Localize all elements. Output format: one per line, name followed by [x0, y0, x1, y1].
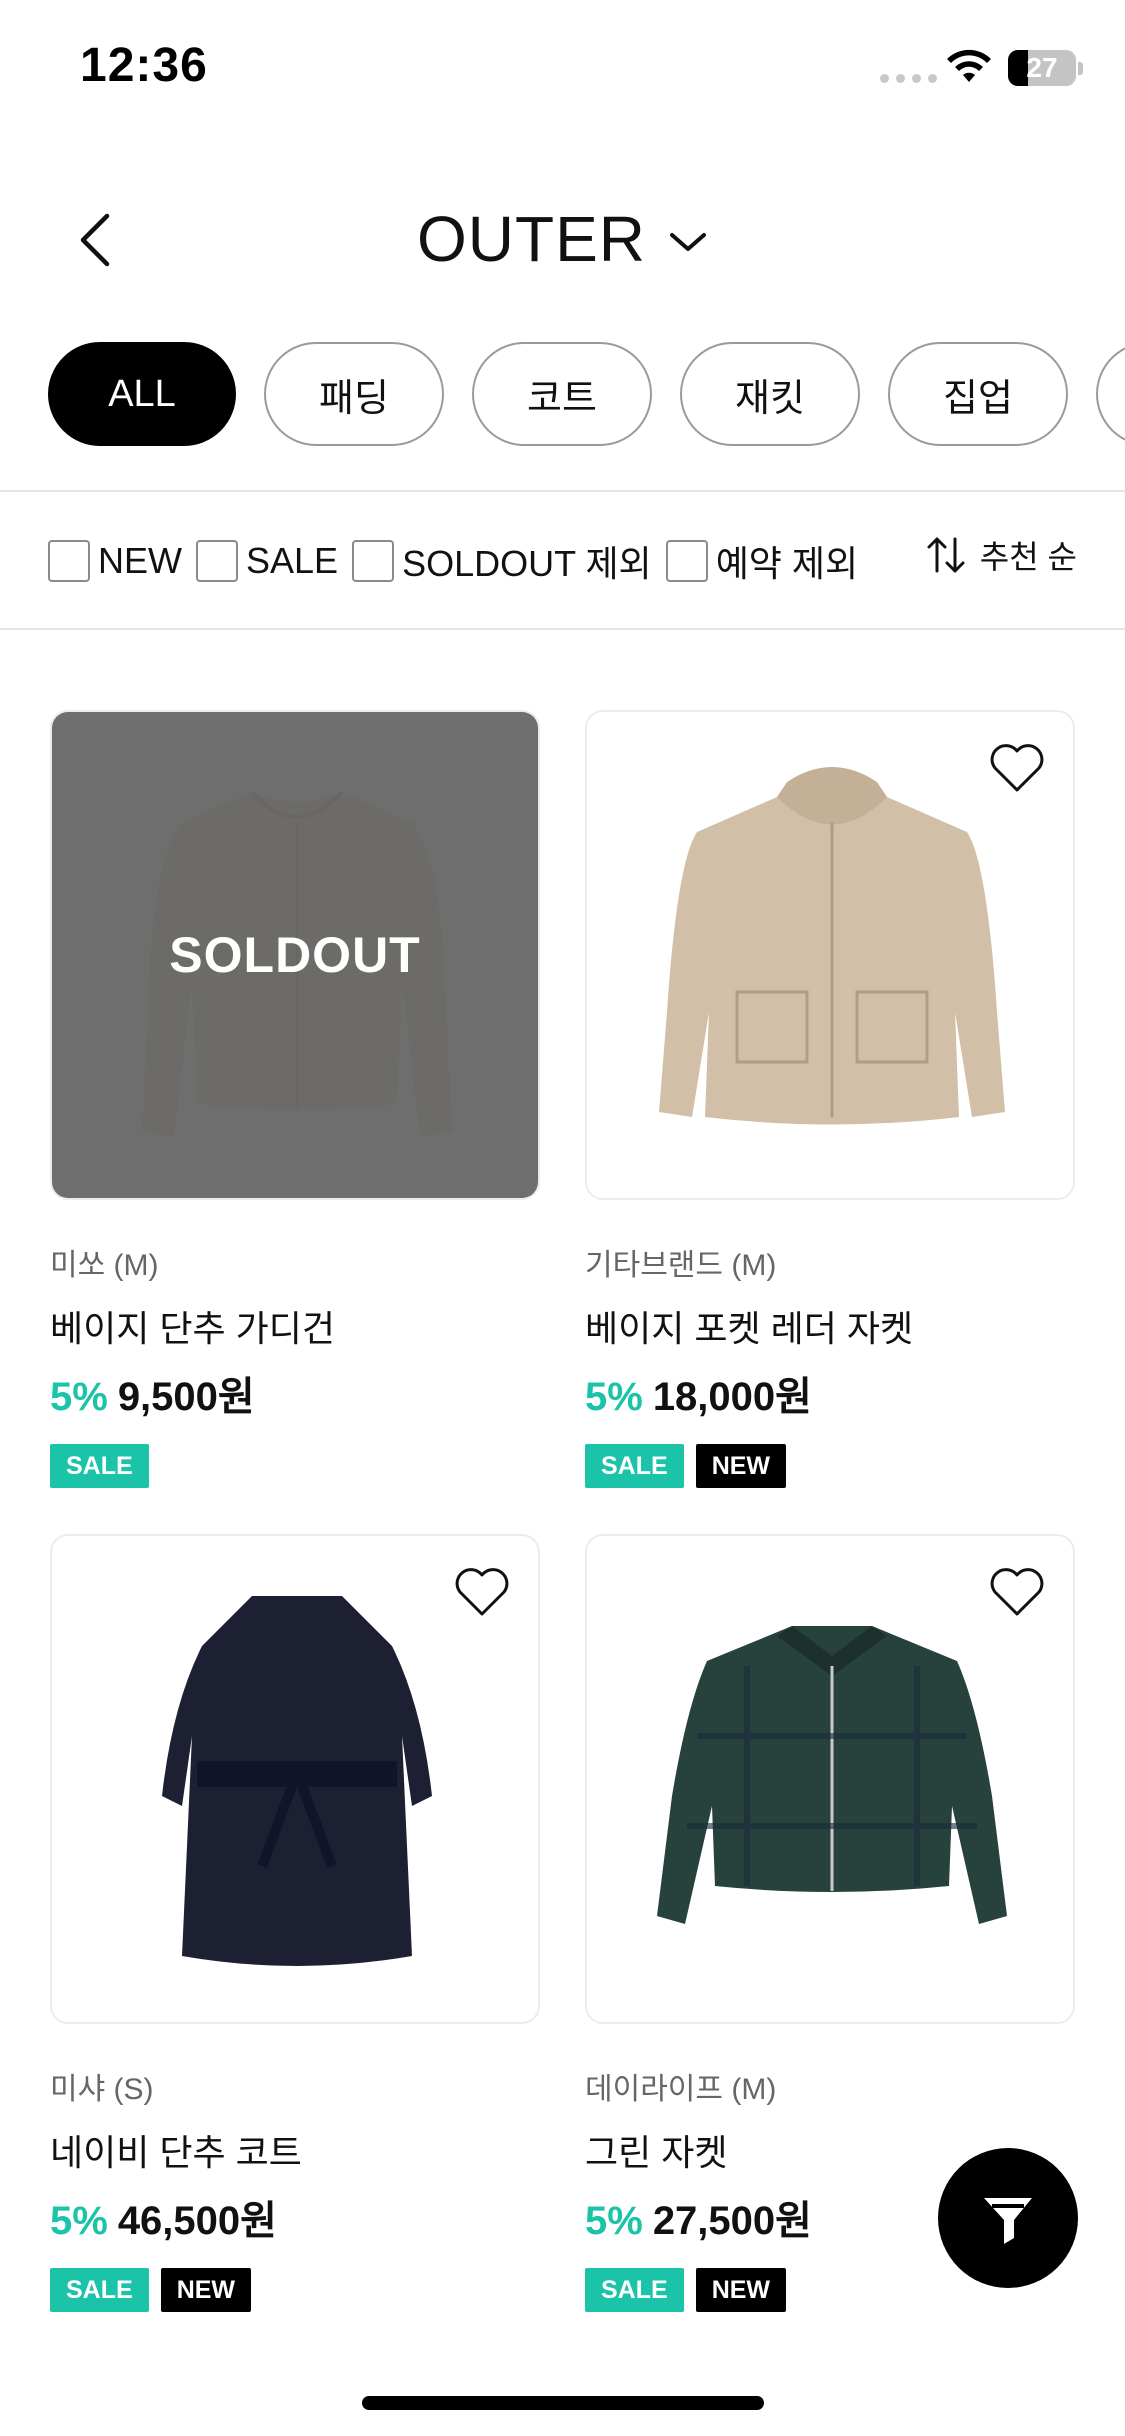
discount-rate: 5%: [585, 2199, 643, 2243]
home-indicator: [362, 2396, 764, 2410]
product-price: 18,000원: [652, 1375, 812, 1419]
product-card[interactable]: 미샤 (S) 네이비 단추 코트 5% 46,500원 SALE NEW: [50, 1534, 540, 2312]
discount-rate: 5%: [50, 2199, 108, 2243]
checkbox[interactable]: [48, 540, 90, 582]
discount-rate: 5%: [50, 1375, 108, 1419]
wifi-icon: [947, 49, 991, 82]
battery-icon: 27: [1008, 50, 1076, 86]
checkbox[interactable]: [665, 540, 708, 582]
category-chips: ALL 패딩 코트 재킷 집업: [48, 342, 1125, 448]
sale-badge: SALE: [585, 2268, 684, 2312]
filter-fab-button[interactable]: [938, 2148, 1078, 2288]
heart-icon[interactable]: [454, 1566, 510, 1618]
new-badge: NEW: [160, 2268, 252, 2312]
product-brand: 기타브랜드 (M): [585, 1249, 777, 1282]
filter-new[interactable]: NEW: [48, 540, 182, 582]
sale-badge: SALE: [50, 2268, 149, 2312]
filter-sale[interactable]: SALE: [196, 540, 338, 582]
header: OUTER: [0, 180, 1125, 300]
status-time: 12:36: [80, 39, 208, 92]
new-badge: NEW: [695, 1444, 787, 1488]
filter-label: SOLDOUT 제외: [402, 543, 652, 584]
product-brand: 데이라이프 (M): [585, 2073, 777, 2106]
filter-label: 예약 제외: [715, 543, 859, 584]
product-brand: 미샤 (S): [50, 2073, 154, 2106]
product-image[interactable]: SOLDOUT: [50, 710, 540, 1200]
discount-rate: 5%: [585, 1375, 643, 1419]
product-image[interactable]: [585, 710, 1075, 1200]
sort-button[interactable]: 추천 순: [924, 532, 1077, 578]
filter-label: SALE: [246, 540, 339, 581]
category-title-dropdown[interactable]: OUTER: [0, 202, 1125, 276]
page-title: OUTER: [417, 203, 646, 275]
product-image[interactable]: [50, 1534, 540, 2024]
product-price: 46,500원: [117, 2199, 277, 2243]
chip-coat[interactable]: 코트: [472, 342, 652, 446]
price-row: 5% 18,000원: [585, 1364, 1075, 1422]
badges: SALE NEW: [585, 1444, 1075, 1488]
product-name: 베이지 단추 가디건: [50, 1308, 335, 1349]
product-price: 9,500원: [117, 1375, 255, 1419]
chip-all[interactable]: ALL: [48, 342, 236, 446]
product-price: 27,500원: [652, 2199, 812, 2243]
divider: [0, 490, 1125, 492]
filter-exclude-reservation[interactable]: 예약 제외: [665, 535, 859, 587]
filter-row: NEW SALE SOLDOUT 제외 예약 제외: [48, 536, 872, 586]
badges: SALE: [50, 1444, 540, 1488]
sort-icon: [927, 537, 965, 573]
product-brand: 미쏘 (M): [50, 1249, 159, 1282]
cellular-signal-icon: [880, 74, 937, 83]
soldout-label: SOLDOUT: [169, 927, 421, 983]
chip-padding[interactable]: 패딩: [264, 342, 444, 446]
sort-label: 추천 순: [979, 539, 1077, 575]
new-badge: NEW: [695, 2268, 787, 2312]
battery-level: 27: [1026, 52, 1058, 83]
product-name: 베이지 포켓 레더 자켓: [585, 1308, 914, 1349]
filter-label: NEW: [98, 540, 182, 581]
soldout-overlay: SOLDOUT: [52, 712, 538, 1198]
product-card[interactable]: 기타브랜드 (M) 베이지 포켓 레더 자켓 5% 18,000원 SALE NE…: [585, 710, 1075, 1488]
chip-more[interactable]: [1096, 342, 1125, 446]
sale-badge: SALE: [50, 1444, 149, 1488]
product-image[interactable]: [585, 1534, 1075, 2024]
heart-icon[interactable]: [989, 1566, 1045, 1618]
filter-icon: [984, 2198, 1032, 2244]
filter-exclude-soldout[interactable]: SOLDOUT 제외: [352, 535, 652, 587]
product-name: 네이비 단추 코트: [50, 2132, 302, 2173]
price-row: 5% 46,500원: [50, 2188, 540, 2246]
heart-icon[interactable]: [989, 742, 1045, 794]
sale-badge: SALE: [585, 1444, 684, 1488]
price-row: 5% 9,500원: [50, 1364, 540, 1422]
product-card[interactable]: SOLDOUT 미쏘 (M) 베이지 단추 가디건 5% 9,500원 SALE: [50, 710, 540, 1488]
divider: [0, 628, 1125, 630]
chip-jacket[interactable]: 재킷: [680, 342, 860, 446]
badges: SALE NEW: [50, 2268, 540, 2312]
checkbox[interactable]: [196, 540, 238, 582]
chevron-down-icon: [670, 233, 706, 251]
status-bar: 12:36 27: [0, 0, 1125, 140]
chip-zipup[interactable]: 집업: [888, 342, 1068, 446]
checkbox[interactable]: [352, 540, 395, 582]
